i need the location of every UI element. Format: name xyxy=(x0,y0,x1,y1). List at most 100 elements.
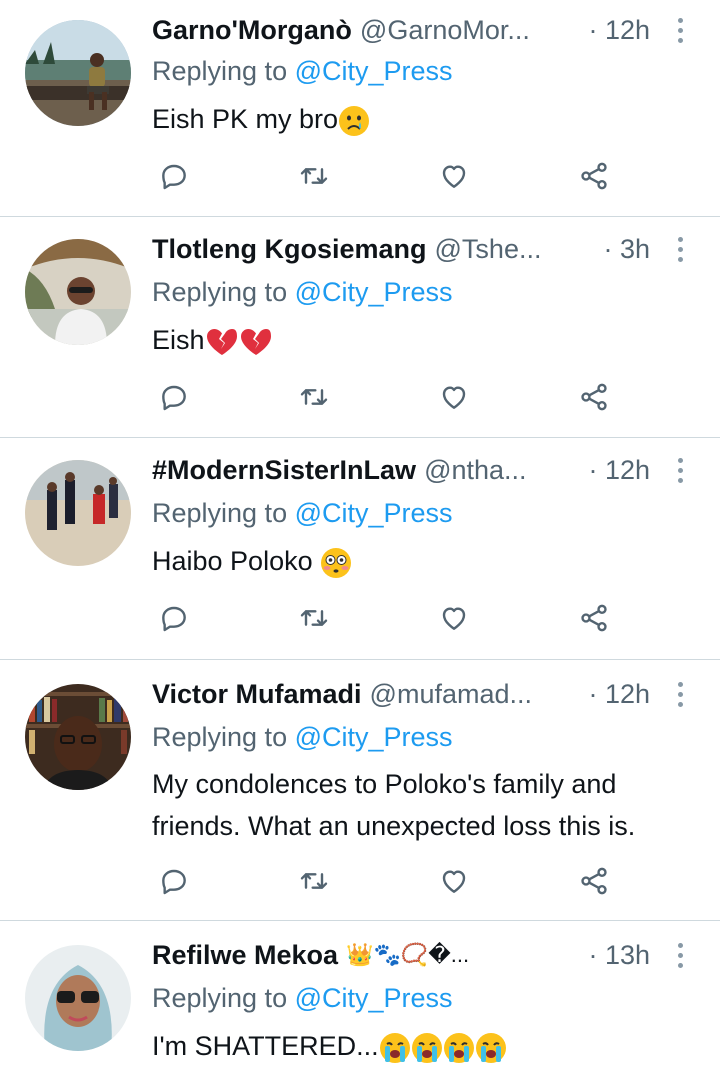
retweet-button[interactable] xyxy=(292,156,336,196)
avatar[interactable] xyxy=(25,20,131,126)
timestamp[interactable]: · 12h xyxy=(588,15,650,46)
share-button[interactable] xyxy=(572,377,616,417)
timestamp[interactable]: · 3h xyxy=(603,234,650,265)
share-button[interactable] xyxy=(572,598,616,638)
tweet-2[interactable]: Tlotleng Kgosiemang @Tshe... · 3h Replyi… xyxy=(0,217,720,438)
retweet-button[interactable] xyxy=(292,598,336,638)
avatar[interactable] xyxy=(25,945,131,1051)
more-icon[interactable] xyxy=(670,17,690,43)
avatar-image xyxy=(25,945,131,1051)
flushed-face-icon xyxy=(321,547,352,578)
timestamp[interactable]: · 12h xyxy=(588,679,650,710)
share-icon xyxy=(581,867,607,895)
more-icon[interactable] xyxy=(670,457,690,483)
more-icon[interactable] xyxy=(670,236,690,262)
tweet-header: Tlotleng Kgosiemang @Tshe... · 3h xyxy=(152,229,690,269)
replying-prefix: Replying to xyxy=(152,498,295,528)
replying-prefix: Replying to xyxy=(152,277,295,307)
display-name[interactable]: #ModernSisterInLaw xyxy=(152,455,416,486)
user-handle[interactable]: @GarnoMor... xyxy=(360,15,579,46)
display-name[interactable]: Garno'Morganò xyxy=(152,15,352,46)
user-handle[interactable]: @ntha... xyxy=(424,455,578,486)
tweet-4[interactable]: Victor Mufamadi @mufamad... · 12h Replyi… xyxy=(0,660,720,921)
name-emoji: 👑🐾📿�... xyxy=(346,942,470,967)
more-icon[interactable] xyxy=(670,942,690,968)
retweet-button[interactable] xyxy=(292,377,336,417)
reply-icon xyxy=(162,606,186,632)
tweet-header: Victor Mufamadi @mufamad... · 12h xyxy=(152,674,690,714)
share-icon xyxy=(581,383,607,411)
replying-prefix: Replying to xyxy=(152,56,295,86)
loudly-crying-face-icon xyxy=(411,1032,442,1063)
more-icon[interactable] xyxy=(670,681,690,707)
like-button[interactable] xyxy=(432,156,476,196)
reply-icon xyxy=(162,385,186,411)
tweet-actions xyxy=(152,377,622,417)
retweet-icon xyxy=(300,610,328,626)
mention-link[interactable]: @City_Press xyxy=(295,56,453,86)
tweet-text-content: My condolences to Poloko's family and fr… xyxy=(152,769,636,841)
tweet-actions xyxy=(152,861,622,901)
share-button[interactable] xyxy=(572,156,616,196)
tweet-5[interactable]: Refilwe Mekoa 👑🐾📿�... · 13h Replying to … xyxy=(0,921,720,1073)
share-button[interactable] xyxy=(572,861,616,901)
display-name[interactable]: Tlotleng Kgosiemang xyxy=(152,234,427,265)
tweet-header: Garno'Morganò @GarnoMor... · 12h xyxy=(152,10,690,50)
like-button[interactable] xyxy=(432,377,476,417)
tweet-3[interactable]: #ModernSisterInLaw @ntha... · 12h Replyi… xyxy=(0,438,720,660)
tweet-text: My condolences to Poloko's family and fr… xyxy=(152,763,700,847)
replying-prefix: Replying to xyxy=(152,722,295,752)
tweet-1[interactable]: Garno'Morganò @GarnoMor... · 12h Replyin… xyxy=(0,0,720,217)
tweet-text-content: Eish xyxy=(152,325,205,355)
tweet-text: Eish PK my bro xyxy=(152,100,700,138)
retweet-icon xyxy=(300,168,328,184)
user-handle[interactable]: @mufamad... xyxy=(370,679,579,710)
retweet-icon xyxy=(300,873,328,889)
timestamp[interactable]: · 12h xyxy=(588,455,650,486)
mention-link[interactable]: @City_Press xyxy=(295,983,453,1013)
like-button[interactable] xyxy=(432,861,476,901)
timestamp[interactable]: · 13h xyxy=(588,940,650,971)
like-button[interactable] xyxy=(432,598,476,638)
reply-button[interactable] xyxy=(152,861,196,901)
replying-to: Replying to @City_Press xyxy=(152,56,453,87)
tweet-header: #ModernSisterInLaw @ntha... · 12h xyxy=(152,450,690,490)
replying-to: Replying to @City_Press xyxy=(152,722,453,753)
avatar-image xyxy=(25,460,131,566)
tweet-text-content: Eish PK my bro xyxy=(152,104,339,134)
retweet-icon xyxy=(300,389,328,405)
like-icon xyxy=(442,386,466,409)
reply-button[interactable] xyxy=(152,377,196,417)
retweet-button[interactable] xyxy=(292,861,336,901)
like-icon xyxy=(442,870,466,893)
reply-icon xyxy=(162,869,186,895)
reply-button[interactable] xyxy=(152,598,196,638)
avatar[interactable] xyxy=(25,684,131,790)
tweet-text: I'm SHATTERED... xyxy=(152,1027,700,1065)
broken-heart-icon xyxy=(206,328,237,355)
mention-link[interactable]: @City_Press xyxy=(295,722,453,752)
share-icon xyxy=(581,162,607,190)
avatar[interactable] xyxy=(25,239,131,345)
like-icon xyxy=(442,165,466,188)
user-handle[interactable]: @Tshe... xyxy=(435,234,594,265)
replying-to: Replying to @City_Press xyxy=(152,277,453,308)
avatar[interactable] xyxy=(25,460,131,566)
tweet-actions xyxy=(152,156,622,196)
broken-heart-icon xyxy=(240,328,271,355)
tweet-text-content: I'm SHATTERED... xyxy=(152,1031,379,1061)
avatar-image xyxy=(25,20,131,126)
reply-icon xyxy=(162,164,186,190)
display-name[interactable]: Refilwe Mekoa xyxy=(152,940,338,971)
loudly-crying-face-icon xyxy=(475,1032,506,1063)
replying-to: Replying to @City_Press xyxy=(152,983,453,1014)
replying-to: Replying to @City_Press xyxy=(152,498,453,529)
mention-link[interactable]: @City_Press xyxy=(295,277,453,307)
tweet-text: Eish xyxy=(152,321,700,359)
tweet-text: Haibo Poloko xyxy=(152,542,700,580)
avatar-image xyxy=(25,684,131,790)
display-name[interactable]: Victor Mufamadi xyxy=(152,679,362,710)
tweet-text-content: Haibo Poloko xyxy=(152,546,321,576)
mention-link[interactable]: @City_Press xyxy=(295,498,453,528)
reply-button[interactable] xyxy=(152,156,196,196)
